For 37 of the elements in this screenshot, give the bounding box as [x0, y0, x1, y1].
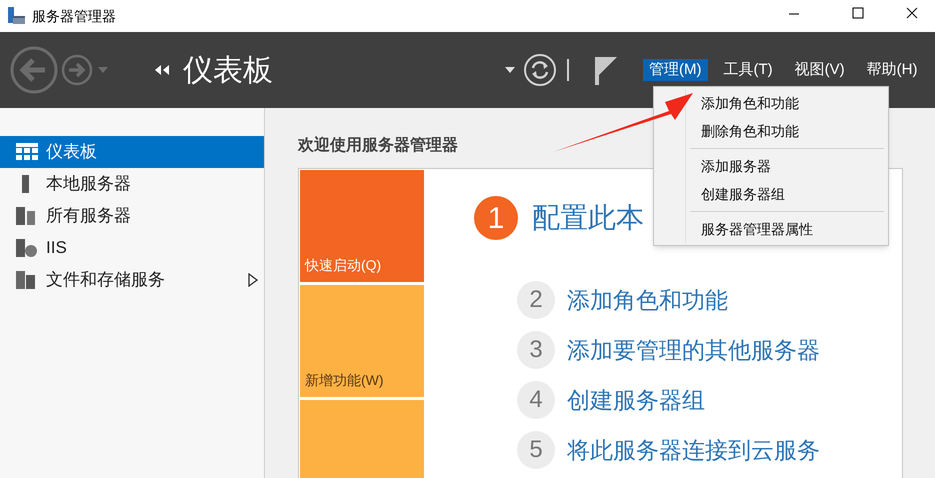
- refresh-caret-icon[interactable]: [505, 66, 515, 74]
- step-link[interactable]: 创建服务器组: [567, 382, 705, 418]
- flag-icon[interactable]: [593, 55, 619, 85]
- menu-item[interactable]: 帮助(H): [860, 59, 924, 81]
- step-number: 4: [517, 381, 555, 419]
- dropdown-item[interactable]: 删除角色和功能: [686, 117, 884, 145]
- tile[interactable]: 新增功能(W): [300, 285, 424, 397]
- menu-item[interactable]: 工具(T): [718, 59, 779, 81]
- menu-item[interactable]: 视图(V): [788, 59, 851, 81]
- dropdown-item[interactable]: 添加角色和功能: [686, 89, 884, 117]
- step-link[interactable]: 添加要管理的其他服务器: [567, 332, 820, 368]
- collapse-icon[interactable]: [155, 65, 169, 75]
- servers-icon: [16, 207, 38, 225]
- refresh-icon[interactable]: [523, 53, 557, 87]
- step-link[interactable]: 将此服务器连接到云服务: [567, 432, 820, 468]
- section-heading: 欢迎使用服务器管理器: [298, 135, 459, 156]
- step-number: 5: [517, 431, 555, 469]
- app-icon: [6, 6, 26, 26]
- dropdown-item[interactable]: 创建服务器组: [686, 180, 884, 208]
- window-title: 服务器管理器: [32, 6, 116, 26]
- sidebar-item[interactable]: 本地服务器: [0, 168, 264, 200]
- dropdown-item[interactable]: 添加服务器: [686, 152, 884, 180]
- sidebar-item[interactable]: 所有服务器: [0, 200, 264, 232]
- step-link[interactable]: 添加角色和功能: [567, 282, 728, 318]
- server-icon: [22, 175, 29, 193]
- page-title: 仪表板: [183, 52, 273, 88]
- step-number: 2: [517, 281, 555, 319]
- dashboard-icon: [16, 143, 38, 161]
- menu-item[interactable]: 管理(M): [643, 59, 708, 81]
- sidebar-item[interactable]: IIS: [0, 232, 264, 264]
- expand-arrow-icon[interactable]: [248, 273, 258, 287]
- dropdown-item[interactable]: 服务器管理器属性: [686, 215, 884, 243]
- step-number: 3: [517, 331, 555, 369]
- step-number: 1: [474, 196, 518, 240]
- sidebar-item[interactable]: 仪表板: [0, 136, 264, 168]
- step-link[interactable]: 配置此本: [532, 197, 644, 239]
- sidebar-item[interactable]: 文件和存储服务: [0, 264, 264, 296]
